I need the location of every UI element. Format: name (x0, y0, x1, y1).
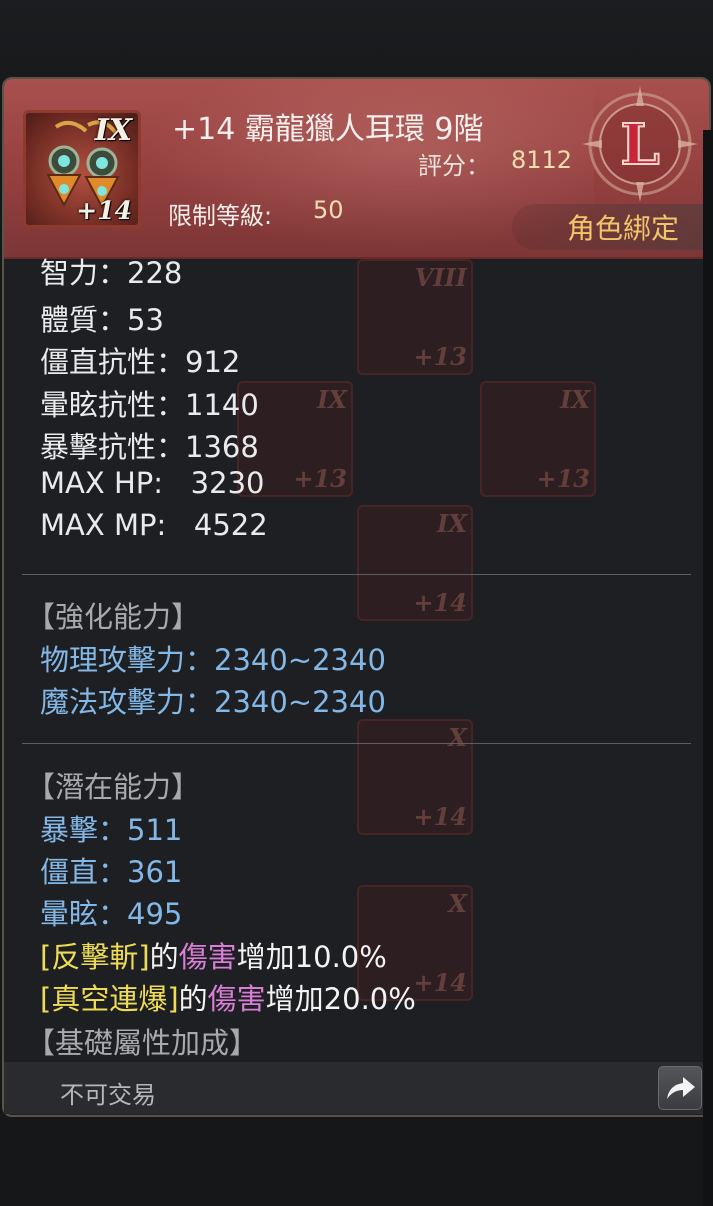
base-attribute-section-title: 【基礎屬性加成】 (26, 1026, 259, 1060)
grade-emblem-icon: L (582, 86, 698, 202)
potential-stat: 暴擊：511 (40, 813, 183, 847)
background-item-slot: IX +14 (357, 505, 473, 621)
score-value: 8112 (511, 146, 573, 174)
section-divider (22, 743, 691, 744)
background-item-slot: X +14 (357, 719, 473, 835)
base-stat: 體質：53 (40, 303, 164, 337)
skill-effect-line: [真空連爆]的傷害增加20.0% (40, 982, 416, 1016)
base-stat: 暴擊抗性：1368 (40, 430, 259, 464)
potential-stat: 僵直：361 (40, 855, 183, 889)
item-tier-numeral: IX (94, 113, 132, 148)
skill-name: [真空連爆] (40, 982, 179, 1016)
skill-effect-line: [反擊斬]的傷害增加10.0% (40, 940, 387, 974)
level-requirement-label: 限制等級: (168, 202, 273, 230)
binding-label: 角色綁定 (567, 212, 680, 245)
share-arrow-icon (667, 1077, 695, 1099)
enhance-stat: 物理攻擊力：2340~2340 (40, 643, 386, 677)
potential-stat: 暈眩：495 (40, 897, 183, 931)
item-icon: IX +14 (23, 110, 141, 228)
enhance-stat: 魔法攻擊力：2340~2340 (40, 685, 386, 719)
potential-section-title: 【潛在能力】 (26, 770, 201, 804)
background-top (0, 0, 713, 80)
background-item-slot: VIII +13 (357, 259, 473, 375)
base-stat: 僵直抗性：912 (40, 345, 241, 379)
skill-name: [反擊斬] (40, 940, 150, 974)
enhance-section-title: 【強化能力】 (26, 600, 201, 634)
item-name: +14 霸龍獵人耳環 9階 (172, 112, 484, 147)
share-button[interactable] (658, 1066, 702, 1110)
score-label: 評分： (418, 152, 490, 180)
right-edge-shadow (703, 130, 713, 1206)
level-requirement-value: 50 (313, 196, 344, 224)
base-stat: MAX MP: 4522 (40, 508, 268, 542)
trade-status: 不可交易 (60, 1081, 156, 1109)
effect-target: 傷害 (207, 982, 266, 1016)
grade-letter: L (620, 112, 659, 178)
effect-target: 傷害 (178, 940, 237, 974)
item-enhance-level: +14 (76, 196, 132, 225)
base-stat: 暈眩抗性：1140 (40, 388, 259, 422)
section-divider (22, 574, 691, 575)
background-item-slot: IX +13 (480, 381, 596, 497)
base-stat: MAX HP: 3230 (40, 466, 265, 500)
